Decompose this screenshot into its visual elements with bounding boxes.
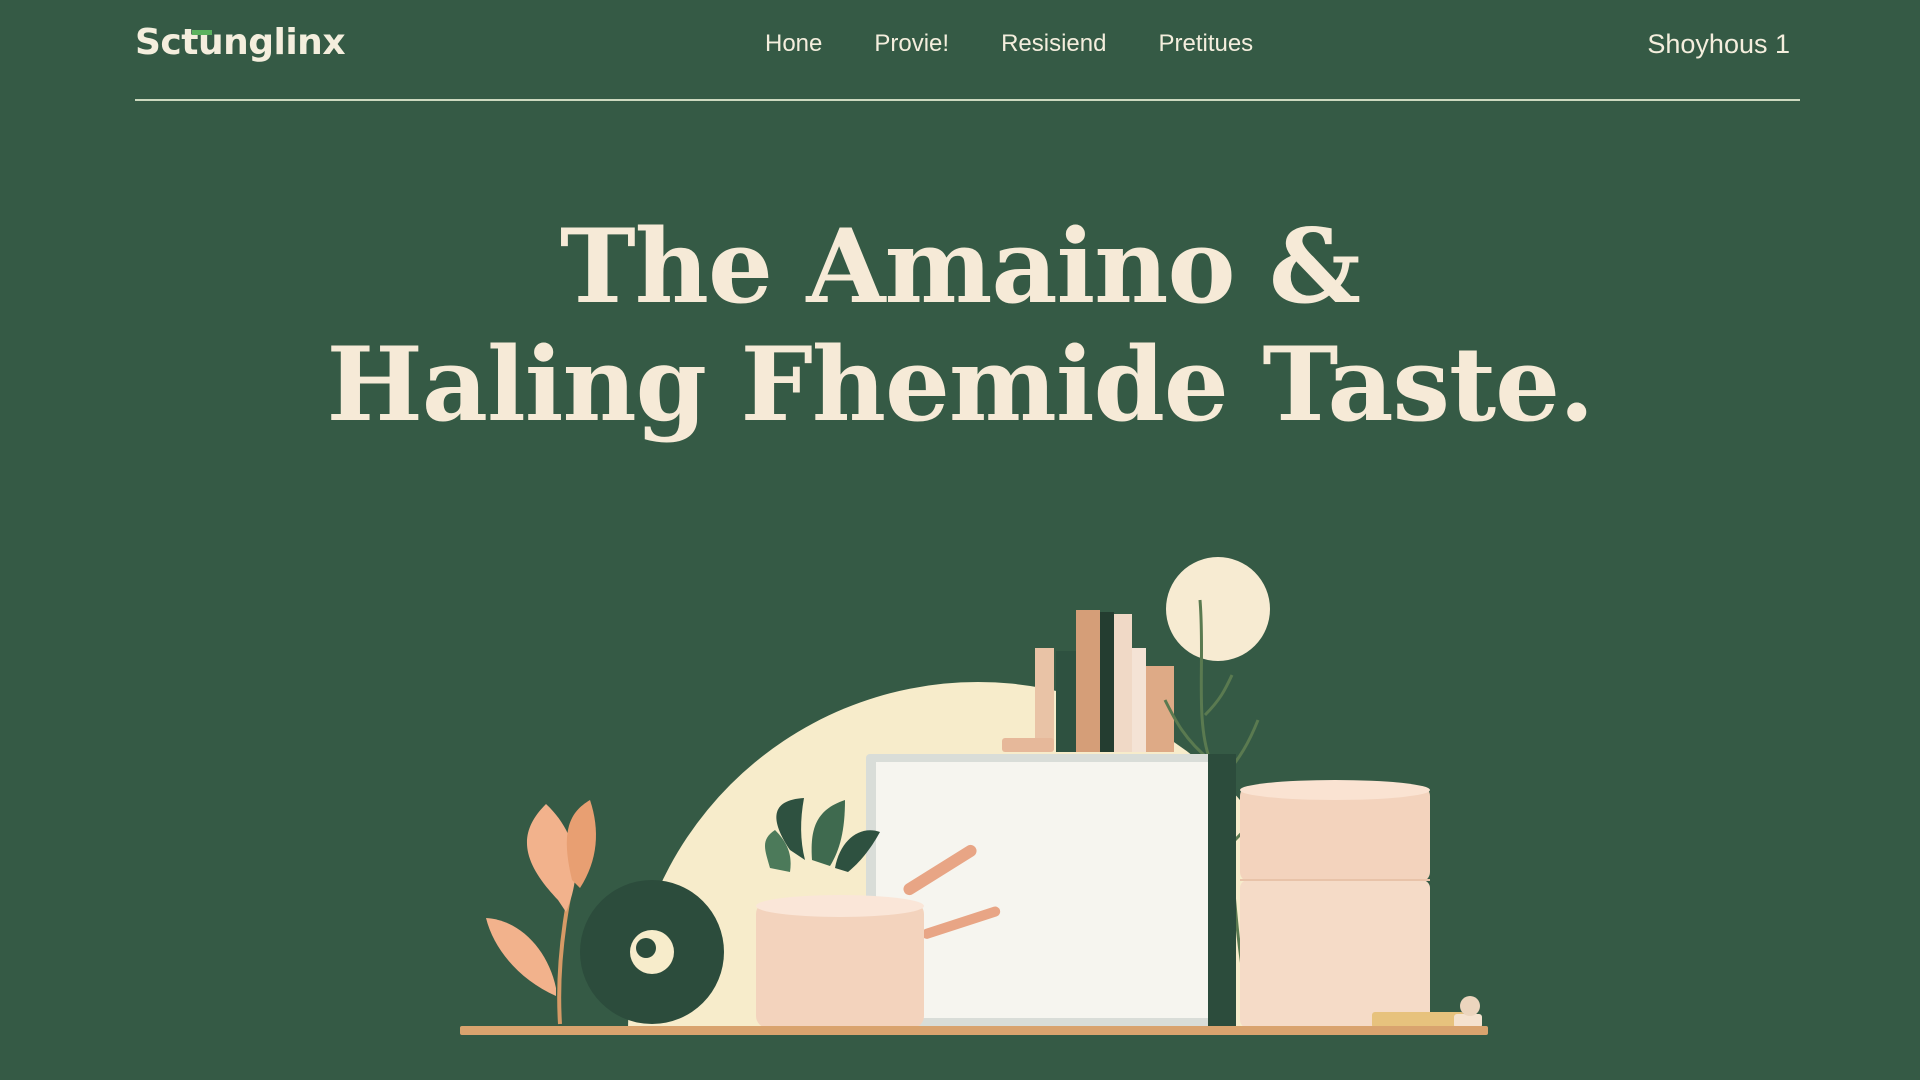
moon-circle (1166, 557, 1270, 661)
ring-shape (580, 880, 724, 1024)
peach-leaf-plant (486, 800, 596, 1025)
shelf-base (460, 1026, 1488, 1035)
storage-canisters (1240, 780, 1430, 1028)
hero-illustration (460, 557, 1488, 1035)
landing-page: Sctunglinx Hone Provie! Resisiend Pretit… (0, 0, 1920, 1080)
